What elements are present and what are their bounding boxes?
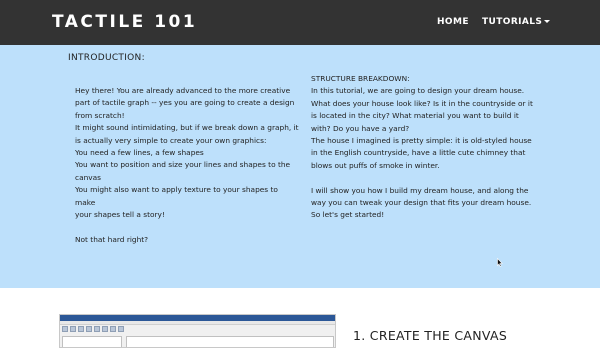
toolbar-icon	[70, 326, 76, 332]
window-menubar	[60, 321, 335, 325]
nav-home-link[interactable]: HOME	[437, 17, 469, 27]
intro-line: your shapes tell a story!	[75, 210, 165, 220]
intro-line: is actually very simple to create your o…	[75, 135, 267, 145]
toolbar-icon	[62, 326, 68, 332]
intro-line: You need a few lines, a few shapes	[75, 148, 204, 158]
introduction-text-left: Hey there! You are already advanced to t…	[75, 85, 300, 246]
structure-line: blows out puffs of smoke in winter.	[311, 160, 440, 170]
structure-breakdown-text: STRUCTURE BREAKDOWN: In this tutorial, w…	[311, 73, 535, 222]
toolbar-icon	[94, 326, 100, 332]
toolbar-icon	[102, 326, 108, 332]
structure-line: In this tutorial, we are going to design…	[311, 86, 525, 96]
introduction-section: INTRODUCTION: Hey there! You are already…	[0, 45, 600, 288]
caret-down-icon	[544, 20, 551, 23]
introduction-heading: INTRODUCTION:	[68, 53, 145, 63]
toolbar-icon	[110, 326, 116, 332]
intro-line: Hey there! You are already advanced to t…	[75, 86, 291, 95]
mouse-pointer-icon	[497, 258, 503, 267]
structure-line: with? Do you have a yard?	[311, 123, 410, 133]
nav-tutorials-dropdown[interactable]: TUTORIALS	[482, 17, 551, 27]
window-side-panel	[62, 336, 122, 347]
structure-line: The house I imagined is pretty simple: i…	[311, 136, 532, 146]
nav-home-label: HOME	[437, 17, 469, 27]
window-canvas	[126, 336, 334, 347]
toolbar-icon	[86, 326, 92, 332]
create-canvas-heading: 1. CREATE THE CANVAS	[353, 328, 508, 343]
intro-line: part of tactile graph -- yes you are goi…	[75, 98, 295, 108]
structure-line: in the English countryside, have a littl…	[311, 148, 526, 158]
intro-line: Not that hard right?	[75, 234, 149, 244]
structure-line: I will show you how I build my dream hou…	[311, 185, 529, 195]
intro-line: canvas	[75, 172, 102, 182]
structure-line: is located in the city? What material yo…	[311, 111, 519, 121]
window-toolbar	[62, 326, 334, 334]
intro-line: It might sound intimidating, but if we b…	[75, 123, 299, 133]
structure-line: way you can tweak your design that fits …	[311, 198, 532, 208]
intro-line: You want to position and size your lines…	[75, 160, 291, 170]
structure-line: So let's get started!	[311, 210, 385, 220]
intro-line: You might also want to apply texture to …	[75, 185, 278, 207]
structure-heading: STRUCTURE BREAKDOWN:	[311, 74, 410, 83]
intro-line: from scratch!	[75, 110, 125, 120]
structure-line: What does your house look like? Is it in…	[311, 98, 533, 108]
software-screenshot-image	[59, 314, 336, 348]
create-canvas-section: 1. CREATE THE CANVAS	[0, 288, 600, 348]
navbar: TACTILE 101 HOME TUTORIALS	[0, 0, 600, 45]
toolbar-icon	[78, 326, 84, 332]
site-brand[interactable]: TACTILE 101	[52, 12, 197, 32]
nav-tutorials-label: TUTORIALS	[482, 17, 543, 27]
toolbar-icon	[118, 326, 124, 332]
